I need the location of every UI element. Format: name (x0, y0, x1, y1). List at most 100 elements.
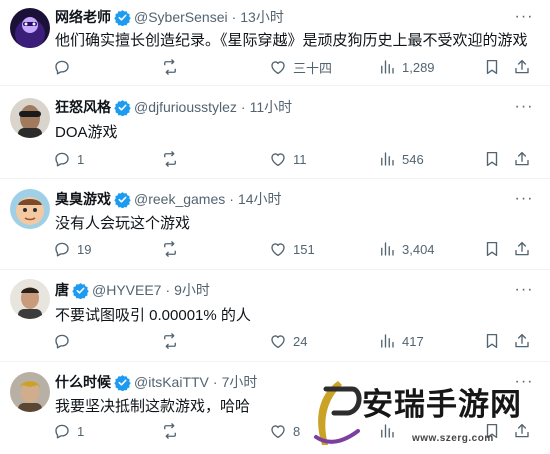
bookmark-button[interactable] (483, 56, 501, 78)
tweet[interactable]: 网络老师 @SyberSensei · 13小时 ··· 他们确实擅长创造纪录。… (0, 0, 550, 86)
avatar[interactable] (10, 279, 50, 319)
more-icon[interactable]: ··· (514, 280, 534, 300)
view-count: 1,289 (402, 59, 435, 75)
handle[interactable]: @SyberSensei (134, 9, 228, 25)
views-button[interactable] (378, 420, 402, 442)
repost-button[interactable] (161, 420, 185, 442)
repost-icon (164, 151, 176, 167)
bookmark-icon (486, 59, 498, 75)
like-count: 11 (293, 151, 307, 167)
bookmark-icon (486, 333, 498, 349)
more-icon[interactable]: ··· (514, 97, 534, 117)
avatar-image (10, 98, 50, 138)
timestamp[interactable]: 13小时 (240, 7, 284, 27)
avatar[interactable] (10, 98, 50, 138)
display-name[interactable]: 唐 (55, 280, 69, 300)
tweet-text: DOA游戏 (55, 124, 118, 141)
display-name[interactable]: 网络老师 (55, 7, 111, 27)
tweet-text: 不要试图吸引 0.00001% 的人 (55, 307, 251, 324)
separator-dot: · (240, 99, 246, 115)
more-icon[interactable]: ··· (514, 189, 534, 209)
view-count: 546 (402, 151, 424, 167)
views-icon (381, 60, 394, 74)
like-button[interactable]: 三十四 (269, 56, 332, 78)
timestamp[interactable]: 14小时 (238, 189, 282, 209)
like-count: 8 (293, 423, 301, 439)
tweet-text: 他们确实擅长创造纪录。《星际穿越》是顽皮狗历史上最不受欢迎的游戏 (55, 32, 528, 49)
views-button[interactable]: 546 (378, 148, 424, 170)
view-count: 3,404 (402, 241, 435, 257)
display-name[interactable]: 狂怒风格 (55, 97, 111, 117)
like-icon (271, 243, 285, 257)
reply-button[interactable]: 19 (53, 238, 91, 260)
handle[interactable]: @djfuriousstylez (134, 99, 237, 115)
like-button[interactable]: 151 (269, 238, 315, 260)
timestamp[interactable]: 7小时 (222, 372, 258, 392)
tweet-header: 臭臭游戏 @reek_games · 14小时 (55, 189, 282, 209)
timestamp[interactable]: 11小时 (250, 97, 293, 117)
more-icon[interactable]: ··· (514, 372, 534, 392)
tweet-header: 唐 @HYVEE7 · 9小时 (55, 280, 210, 300)
reply-count: 1 (77, 151, 85, 167)
bookmark-button[interactable] (483, 420, 501, 442)
repost-button[interactable] (161, 238, 185, 260)
like-button[interactable]: 11 (269, 148, 307, 170)
bookmark-icon (486, 151, 498, 167)
handle[interactable]: @itsKaiTTV (134, 374, 209, 390)
share-button[interactable] (513, 238, 531, 260)
reply-button[interactable] (53, 56, 77, 78)
tweet[interactable]: 臭臭游戏 @reek_games · 14小时 ··· 没有人会玩这个游戏 19… (0, 179, 550, 270)
tweet-header: 狂怒风格 @djfuriousstylez · 11小时 (55, 97, 292, 117)
repost-button[interactable] (161, 56, 185, 78)
verified-badge-icon (114, 99, 131, 116)
more-icon[interactable]: ··· (514, 7, 534, 27)
bookmark-button[interactable] (483, 148, 501, 170)
repost-button[interactable] (161, 148, 185, 170)
tweet-header: 网络老师 @SyberSensei · 13小时 (55, 7, 284, 27)
separator-dot: · (229, 191, 234, 207)
views-button[interactable]: 1,289 (378, 56, 435, 78)
action-bar: 24 417 (53, 330, 533, 352)
separator-dot: · (212, 374, 218, 390)
repost-button[interactable] (161, 330, 185, 352)
avatar[interactable] (10, 189, 50, 229)
avatar[interactable] (10, 372, 50, 412)
bookmark-button[interactable] (483, 238, 501, 260)
reply-icon (55, 60, 69, 75)
reply-button[interactable]: 1 (53, 420, 84, 442)
avatar-image (10, 8, 50, 48)
display-name[interactable]: 臭臭游戏 (55, 189, 111, 209)
avatar[interactable] (10, 8, 50, 48)
repost-icon (164, 241, 176, 257)
views-icon (381, 334, 394, 348)
share-button[interactable] (513, 420, 531, 442)
verified-badge-icon (72, 282, 89, 299)
share-button[interactable] (513, 148, 531, 170)
reply-button[interactable] (53, 330, 77, 352)
reply-icon (55, 334, 69, 349)
verified-badge-icon (114, 9, 131, 26)
timestamp[interactable]: 9小时 (174, 280, 210, 300)
bookmark-button[interactable] (483, 330, 501, 352)
like-button[interactable]: 24 (269, 330, 307, 352)
display-name[interactable]: 什么时候 (55, 372, 111, 392)
tweet[interactable]: 什么时候 @itsKaiTTV · 7小时 ··· 我要坚决抵制这款游戏，哈哈 … (0, 362, 550, 454)
views-button[interactable]: 417 (378, 330, 424, 352)
repost-icon (164, 423, 176, 439)
share-button[interactable] (513, 56, 531, 78)
avatar-image (10, 279, 50, 319)
views-icon (381, 152, 394, 166)
like-button[interactable]: 8 (269, 420, 300, 442)
views-icon (381, 424, 394, 438)
tweet[interactable]: 狂怒风格 @djfuriousstylez · 11小时 ··· DOA游戏 1… (0, 86, 550, 179)
views-button[interactable]: 3,404 (378, 238, 435, 260)
tweet[interactable]: 唐 @HYVEE7 · 9小时 ··· 不要试图吸引 0.00001% 的人 2… (0, 270, 550, 362)
reply-button[interactable]: 1 (53, 148, 84, 170)
like-icon (271, 61, 285, 75)
share-icon (515, 151, 529, 166)
handle[interactable]: @reek_games (134, 191, 225, 207)
share-button[interactable] (513, 330, 531, 352)
bookmark-icon (486, 241, 498, 257)
handle[interactable]: @HYVEE7 (92, 282, 161, 298)
separator-dot: · (165, 282, 171, 298)
